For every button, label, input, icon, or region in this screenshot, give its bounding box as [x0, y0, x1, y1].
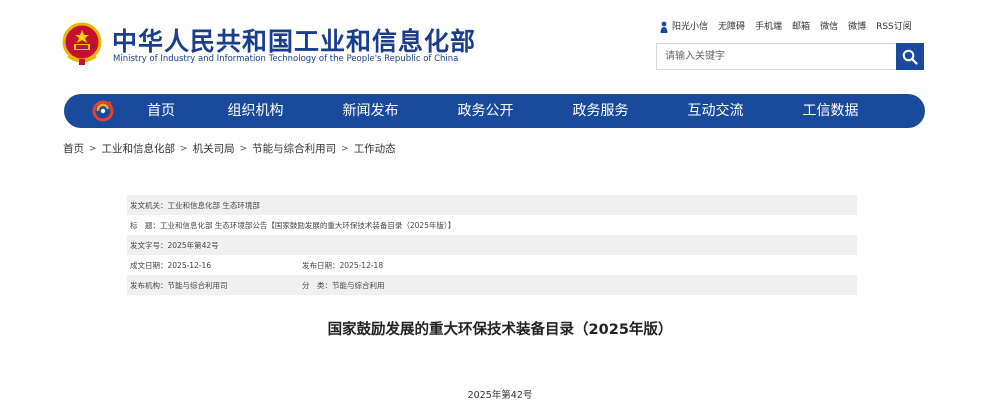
breadcrumb-ministry[interactable]: 工业和信息化部 — [102, 141, 176, 156]
meta-row-issuer: 发文机关：工业和信息化部 生态环境部 — [127, 195, 857, 215]
meta-created-date: 成文日期：2025-12-16 — [130, 260, 212, 270]
top-link-mobile[interactable]: 手机端 — [755, 19, 782, 32]
breadcrumb-separator: > — [239, 143, 248, 154]
search-button[interactable] — [896, 43, 924, 70]
search-box — [656, 43, 924, 70]
meta-issuer: 发文机关：工业和信息化部 生态环境部 — [130, 200, 260, 210]
meta-publisher: 发布机构：节能与综合利用司 — [130, 280, 228, 290]
nav-item-government-affairs[interactable]: 政务公开 — [428, 94, 543, 128]
top-link-wechat[interactable]: 微信 — [820, 19, 838, 32]
top-link-accessibility[interactable]: 无障碍 — [718, 19, 745, 32]
nav-item-organization[interactable]: 组织机构 — [198, 94, 313, 128]
search-input[interactable] — [657, 44, 897, 69]
nav-item-data[interactable]: 工信数据 — [773, 94, 888, 128]
nav-items: 首页 组织机构 新闻发布 政务公开 政务服务 互动交流 工信数据 — [124, 94, 888, 128]
top-link-label: 阳光小信 — [672, 22, 709, 32]
search-icon — [902, 49, 918, 65]
breadcrumb-separator: > — [180, 143, 188, 154]
main-nav: 首页 组织机构 新闻发布 政务公开 政务服务 互动交流 工信数据 — [64, 94, 925, 128]
breadcrumb: 首页 > 工业和信息化部 > 机关司局 > 节能与综合利用司 > 工作动态 — [63, 141, 396, 156]
meta-row-doc-no: 发文字号：2025年第42号 — [127, 235, 857, 255]
site-subtitle: Ministry of Industry and Information Tec… — [113, 54, 459, 64]
breadcrumb-home[interactable]: 首页 — [63, 141, 84, 156]
meta-published-date: 发布日期：2025-12-18 — [302, 260, 384, 270]
miit-logo-icon[interactable] — [92, 100, 114, 122]
top-link-rss[interactable]: RSS订阅 — [876, 19, 912, 32]
breadcrumb-separator: > — [89, 143, 97, 154]
top-links: 阳光小信 无障碍 手机端 邮箱 微信 微博 RSS订阅 — [660, 19, 912, 33]
nav-item-government-services[interactable]: 政务服务 — [543, 94, 658, 128]
nav-item-interaction[interactable]: 互动交流 — [658, 94, 773, 128]
site-header: 中华人民共和国工业和信息化部 Ministry of Industry and … — [0, 0, 1000, 90]
meta-row-subject: 标 题：工业和信息化部 生态环境部公告【国家鼓励发展的重大环保技术装备目录（20… — [127, 215, 857, 235]
site-title[interactable]: 中华人民共和国工业和信息化部 — [112, 22, 476, 58]
national-emblem-icon[interactable] — [62, 22, 102, 66]
document-metadata: 发文机关：工业和信息化部 生态环境部 标 题：工业和信息化部 生态环境部公告【国… — [127, 195, 857, 295]
nav-item-home[interactable]: 首页 — [124, 94, 198, 128]
meta-row-publisher: 发布机构：节能与综合利用司 分 类：节能与综合利用 — [127, 275, 857, 295]
meta-category: 分 类：节能与综合利用 — [302, 280, 385, 290]
top-link-weibo[interactable]: 微博 — [848, 19, 866, 32]
meta-subject: 标 题：工业和信息化部 生态环境部公告【国家鼓励发展的重大环保技术装备目录（20… — [130, 220, 456, 230]
top-link-sunshine[interactable]: 阳光小信 — [660, 19, 708, 33]
article-number: 2025年第42号 — [467, 390, 533, 401]
breadcrumb-departments[interactable]: 机关司局 — [193, 141, 235, 156]
top-link-email[interactable]: 邮箱 — [792, 19, 810, 32]
meta-row-dates: 成文日期：2025-12-16 发布日期：2025-12-18 — [127, 255, 857, 275]
article-title: 国家鼓励发展的重大环保技术装备目录（2025年版） — [327, 322, 673, 338]
breadcrumb-work-updates[interactable]: 工作动态 — [354, 141, 396, 156]
breadcrumb-energy-department[interactable]: 节能与综合利用司 — [252, 141, 336, 156]
nav-item-news[interactable]: 新闻发布 — [313, 94, 428, 128]
breadcrumb-separator: > — [341, 143, 349, 154]
person-icon — [660, 21, 668, 33]
meta-doc-number: 发文字号：2025年第42号 — [130, 240, 219, 250]
